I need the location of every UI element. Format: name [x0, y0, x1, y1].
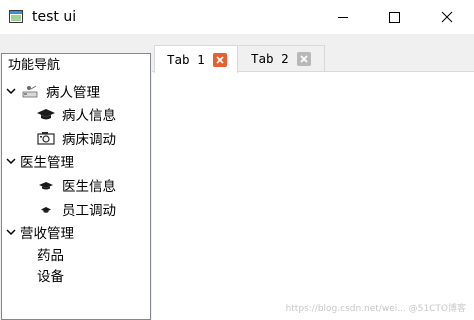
- maximize-button[interactable]: [371, 0, 417, 34]
- tab-label: Tab 2: [251, 51, 289, 66]
- tree-item-label: 药品: [37, 248, 64, 264]
- tree-group-doctor-management[interactable]: 医生管理: [4, 150, 74, 172]
- close-icon: [441, 11, 453, 23]
- app-window: test ui 功能导航 病人管理 病人信息 病床调动 医生管理 医生信息 员工…: [0, 0, 474, 320]
- tree-item-medicine[interactable]: 药品: [37, 243, 64, 265]
- chevron-down-icon[interactable]: [4, 84, 18, 98]
- close-icon: [300, 54, 308, 63]
- tab-bar: Tab 1 Tab 2: [152, 44, 474, 73]
- tab-2[interactable]: Tab 2: [239, 45, 325, 72]
- teacher-desk-icon: [22, 85, 38, 98]
- tree-group-label: 医生管理: [20, 155, 74, 171]
- tree-item-label: 设备: [37, 269, 64, 285]
- close-button[interactable]: [424, 0, 470, 34]
- graduation-cap-tiny-icon: [41, 207, 51, 213]
- tree-item-label: 病床调动: [62, 132, 116, 148]
- minimize-icon: [338, 17, 348, 18]
- window-title: test ui: [32, 9, 77, 25]
- tree-group-patient-management[interactable]: 病人管理: [4, 80, 100, 102]
- chevron-down-icon[interactable]: [4, 154, 18, 168]
- tree-group-label: 病人管理: [46, 85, 100, 101]
- tab-content-area: https://blog.csdn.net/wei... @51CTO博客: [152, 72, 474, 320]
- camera-icon: [37, 132, 55, 145]
- maximize-icon: [389, 12, 400, 23]
- tree-group-revenue-management[interactable]: 营收管理: [4, 221, 74, 243]
- tab-widget: Tab 1 Tab 2 https://blog.csdn.net/wei...…: [152, 44, 474, 320]
- watermark: https://blog.csdn.net/wei... @51CTO博客: [285, 304, 466, 314]
- tree-item-label: 医生信息: [62, 179, 116, 195]
- tree-item-doctor-info[interactable]: 医生信息: [36, 174, 116, 196]
- chevron-down-icon[interactable]: [4, 225, 18, 239]
- tree-item-equipment[interactable]: 设备: [37, 264, 64, 286]
- tab-1[interactable]: Tab 1: [154, 45, 238, 73]
- nav-tree-panel[interactable]: 功能导航 病人管理 病人信息 病床调动 医生管理 医生信息 员工调动 营收管理 …: [1, 53, 151, 320]
- title-bar[interactable]: test ui: [0, 0, 474, 34]
- tree-item-bed-transfer[interactable]: 病床调动: [36, 127, 116, 149]
- tree-group-label: 营收管理: [20, 226, 74, 242]
- tab-close-button[interactable]: [212, 52, 227, 67]
- tree-item-patient-info[interactable]: 病人信息: [36, 103, 116, 125]
- tree-item-label: 员工调动: [62, 203, 116, 219]
- tree-item-label: 病人信息: [62, 108, 116, 124]
- tab-close-button[interactable]: [296, 51, 311, 66]
- nav-header: 功能导航: [8, 58, 61, 73]
- graduation-cap-icon: [37, 109, 55, 120]
- minimize-button[interactable]: [320, 0, 366, 34]
- tab-label: Tab 1: [167, 52, 205, 67]
- app-window-icon: [9, 10, 23, 23]
- close-icon: [216, 55, 224, 64]
- graduation-cap-small-icon: [39, 182, 53, 190]
- tree-item-staff-transfer[interactable]: 员工调动: [36, 198, 116, 220]
